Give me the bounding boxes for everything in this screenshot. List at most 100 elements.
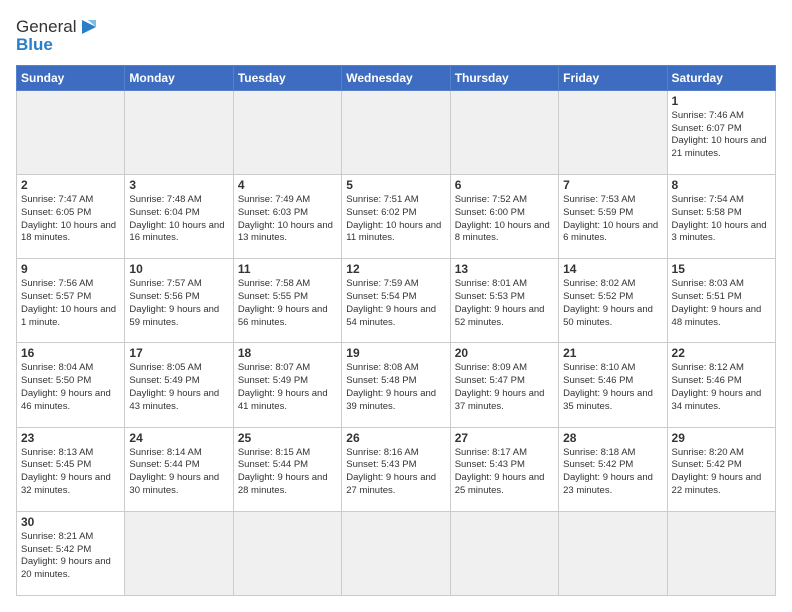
week-row-5: 30Sunrise: 8:21 AM Sunset: 5:42 PM Dayli… [17, 511, 776, 595]
day-info: Sunrise: 8:03 AM Sunset: 5:51 PM Dayligh… [672, 278, 771, 329]
day-cell [125, 90, 233, 174]
day-cell: 28 Sunrise: 8:18 AM Sunset: 5:42 PM Dayli… [559, 427, 667, 511]
day-cell: 8 Sunrise: 7:54 AM Sunset: 5:58 PM Daylig… [667, 174, 775, 258]
day-number: 16 [21, 346, 120, 360]
day-number: 11 [238, 262, 337, 276]
day-number: 14 [563, 262, 662, 276]
day-info: Sunrise: 7:46 AM Sunset: 6:07 PM Dayligh… [672, 110, 771, 161]
day-cell: 13Sunrise: 8:01 AM Sunset: 5:53 PM Dayli… [450, 259, 558, 343]
day-cell [342, 90, 450, 174]
day-number: 6 [455, 178, 554, 192]
day-cell: 29 Sunrise: 8:20 AM Sunset: 5:42 PM Dayli… [667, 427, 775, 511]
day-cell: 17 Sunrise: 8:05 AM Sunset: 5:49 PM Dayli… [125, 343, 233, 427]
day-cell: 15 Sunrise: 8:03 AM Sunset: 5:51 PM Dayli… [667, 259, 775, 343]
day-number: 8 [672, 178, 771, 192]
day-cell: 25Sunrise: 8:15 AM Sunset: 5:44 PM Dayli… [233, 427, 341, 511]
day-number: 1 [672, 94, 771, 108]
day-info: Sunrise: 8:05 AM Sunset: 5:49 PM Dayligh… [129, 362, 228, 413]
day-cell: 21 Sunrise: 8:10 AM Sunset: 5:46 PM Dayli… [559, 343, 667, 427]
day-info: Sunrise: 8:16 AM Sunset: 5:43 PM Dayligh… [346, 447, 445, 498]
week-row-0: 1 Sunrise: 7:46 AM Sunset: 6:07 PM Daylig… [17, 90, 776, 174]
day-info: Sunrise: 8:12 AM Sunset: 5:46 PM Dayligh… [672, 362, 771, 413]
day-info: Sunrise: 7:47 AM Sunset: 6:05 PM Dayligh… [21, 194, 120, 245]
day-cell: 3Sunrise: 7:48 AM Sunset: 6:04 PM Daylig… [125, 174, 233, 258]
day-number: 24 [129, 431, 228, 445]
day-cell: 18Sunrise: 8:07 AM Sunset: 5:49 PM Dayli… [233, 343, 341, 427]
day-info: Sunrise: 7:51 AM Sunset: 6:02 PM Dayligh… [346, 194, 445, 245]
day-info: Sunrise: 8:10 AM Sunset: 5:46 PM Dayligh… [563, 362, 662, 413]
day-cell: 27 Sunrise: 8:17 AM Sunset: 5:43 PM Dayli… [450, 427, 558, 511]
day-cell [559, 511, 667, 595]
day-number: 17 [129, 346, 228, 360]
day-cell: 22 Sunrise: 8:12 AM Sunset: 5:46 PM Dayli… [667, 343, 775, 427]
col-header-monday: Monday [125, 65, 233, 90]
day-info: Sunrise: 7:56 AM Sunset: 5:57 PM Dayligh… [21, 278, 120, 329]
day-cell: 1 Sunrise: 7:46 AM Sunset: 6:07 PM Daylig… [667, 90, 775, 174]
day-cell [125, 511, 233, 595]
day-cell [233, 90, 341, 174]
day-number: 5 [346, 178, 445, 192]
day-info: Sunrise: 7:58 AM Sunset: 5:55 PM Dayligh… [238, 278, 337, 329]
day-cell: 2 Sunrise: 7:47 AM Sunset: 6:05 PM Daylig… [17, 174, 125, 258]
day-info: Sunrise: 7:49 AM Sunset: 6:03 PM Dayligh… [238, 194, 337, 245]
header: General Blue [16, 16, 776, 55]
logo: General Blue [16, 16, 100, 55]
day-number: 22 [672, 346, 771, 360]
day-info: Sunrise: 8:21 AM Sunset: 5:42 PM Dayligh… [21, 531, 120, 582]
day-number: 25 [238, 431, 337, 445]
day-info: Sunrise: 8:14 AM Sunset: 5:44 PM Dayligh… [129, 447, 228, 498]
day-cell: 30Sunrise: 8:21 AM Sunset: 5:42 PM Dayli… [17, 511, 125, 595]
day-cell [559, 90, 667, 174]
day-number: 29 [672, 431, 771, 445]
day-cell: 11 Sunrise: 7:58 AM Sunset: 5:55 PM Dayli… [233, 259, 341, 343]
day-info: Sunrise: 7:54 AM Sunset: 5:58 PM Dayligh… [672, 194, 771, 245]
header-row: SundayMondayTuesdayWednesdayThursdayFrid… [17, 65, 776, 90]
day-cell: 26 Sunrise: 8:16 AM Sunset: 5:43 PM Dayli… [342, 427, 450, 511]
day-cell: 12Sunrise: 7:59 AM Sunset: 5:54 PM Dayli… [342, 259, 450, 343]
day-cell [342, 511, 450, 595]
day-number: 21 [563, 346, 662, 360]
day-cell: 16Sunrise: 8:04 AM Sunset: 5:50 PM Dayli… [17, 343, 125, 427]
day-number: 2 [21, 178, 120, 192]
day-number: 3 [129, 178, 228, 192]
col-header-sunday: Sunday [17, 65, 125, 90]
day-cell [450, 90, 558, 174]
day-cell: 20Sunrise: 8:09 AM Sunset: 5:47 PM Dayli… [450, 343, 558, 427]
day-info: Sunrise: 8:18 AM Sunset: 5:42 PM Dayligh… [563, 447, 662, 498]
day-number: 26 [346, 431, 445, 445]
day-number: 28 [563, 431, 662, 445]
day-info: Sunrise: 7:57 AM Sunset: 5:56 PM Dayligh… [129, 278, 228, 329]
calendar-table: SundayMondayTuesdayWednesdayThursdayFrid… [16, 65, 776, 596]
week-row-2: 9Sunrise: 7:56 AM Sunset: 5:57 PM Daylig… [17, 259, 776, 343]
day-number: 23 [21, 431, 120, 445]
day-cell: 24 Sunrise: 8:14 AM Sunset: 5:44 PM Dayli… [125, 427, 233, 511]
blue-arrow-icon [78, 16, 100, 38]
day-cell [233, 511, 341, 595]
day-number: 10 [129, 262, 228, 276]
day-cell: 5 Sunrise: 7:51 AM Sunset: 6:02 PM Daylig… [342, 174, 450, 258]
day-cell: 4 Sunrise: 7:49 AM Sunset: 6:03 PM Daylig… [233, 174, 341, 258]
day-info: Sunrise: 8:02 AM Sunset: 5:52 PM Dayligh… [563, 278, 662, 329]
day-info: Sunrise: 8:08 AM Sunset: 5:48 PM Dayligh… [346, 362, 445, 413]
col-header-wednesday: Wednesday [342, 65, 450, 90]
col-header-friday: Friday [559, 65, 667, 90]
day-info: Sunrise: 7:52 AM Sunset: 6:00 PM Dayligh… [455, 194, 554, 245]
day-number: 20 [455, 346, 554, 360]
day-cell [17, 90, 125, 174]
day-cell: 9Sunrise: 7:56 AM Sunset: 5:57 PM Daylig… [17, 259, 125, 343]
col-header-saturday: Saturday [667, 65, 775, 90]
day-cell [667, 511, 775, 595]
day-info: Sunrise: 8:20 AM Sunset: 5:42 PM Dayligh… [672, 447, 771, 498]
day-cell: 19Sunrise: 8:08 AM Sunset: 5:48 PM Dayli… [342, 343, 450, 427]
week-row-1: 2 Sunrise: 7:47 AM Sunset: 6:05 PM Daylig… [17, 174, 776, 258]
day-info: Sunrise: 8:01 AM Sunset: 5:53 PM Dayligh… [455, 278, 554, 329]
day-cell: 23Sunrise: 8:13 AM Sunset: 5:45 PM Dayli… [17, 427, 125, 511]
page: General Blue SundayMondayTuesdayWednesda… [0, 0, 792, 612]
day-info: Sunrise: 8:07 AM Sunset: 5:49 PM Dayligh… [238, 362, 337, 413]
day-cell: 14 Sunrise: 8:02 AM Sunset: 5:52 PM Dayli… [559, 259, 667, 343]
week-row-3: 16Sunrise: 8:04 AM Sunset: 5:50 PM Dayli… [17, 343, 776, 427]
day-number: 15 [672, 262, 771, 276]
day-info: Sunrise: 8:17 AM Sunset: 5:43 PM Dayligh… [455, 447, 554, 498]
day-number: 27 [455, 431, 554, 445]
day-number: 4 [238, 178, 337, 192]
